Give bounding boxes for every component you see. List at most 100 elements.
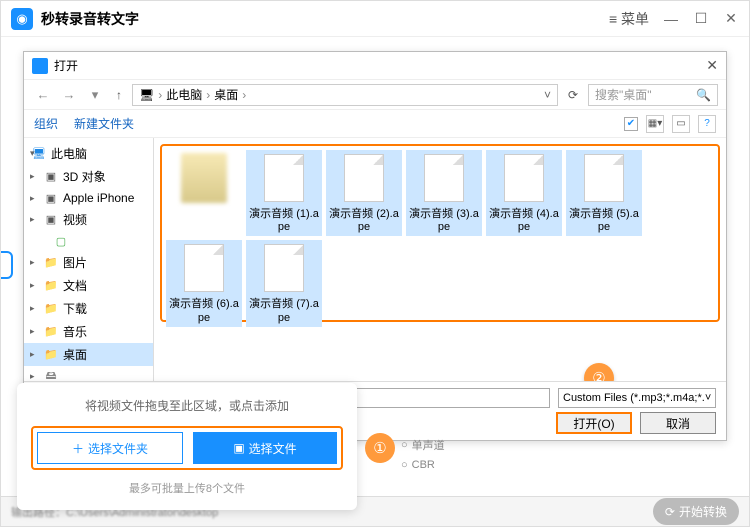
nav-forward-button[interactable]: → [58,84,80,106]
tree-item[interactable]: ▸ ▣ Apple iPhone [24,188,153,208]
dark-icon: ▣ [44,170,58,184]
tree-item-label: Apple iPhone [63,191,134,205]
help-button[interactable]: ? [698,115,716,133]
tree-item[interactable]: ▸📁文档 [24,274,153,297]
breadcrumb-dropdown-icon[interactable]: ˅ [544,88,551,102]
folder-tree[interactable]: ▾🖥此电脑▸▣3D 对象▸▣Apple iPhone▸▣视频▢▸📁图片▸📁文档▸… [24,138,154,381]
organize-menu[interactable]: 组织 [34,115,58,132]
folder-icon: 📁 [44,302,58,316]
file-thumbnail-icon [424,154,464,202]
tree-caret-icon[interactable]: ▸ [30,193,35,204]
tree-item[interactable]: ▸ ▣ 3D 对象 [24,165,153,188]
nav-back-button[interactable]: ← [32,84,54,106]
dialog-close-button[interactable]: ✕ [706,57,718,74]
cbr-radio[interactable]: ○ CBR [401,459,445,471]
cancel-button[interactable]: 取消 [640,412,716,434]
view-mode-button[interactable]: ▦▾ [646,115,664,133]
file-item[interactable]: 演示音频 (2).ape [326,150,402,236]
search-input[interactable]: 搜索"桌面" 🔍 [588,84,718,106]
tree-caret-icon[interactable]: ▸ [30,349,35,360]
start-label: 开始转换 [679,503,727,520]
file-item[interactable]: 演示音频 (4).ape [486,150,562,236]
tree-item[interactable]: ▸ 📁 音乐 [24,320,153,343]
green-icon: ▢ [54,234,68,248]
tree-item[interactable]: ▾🖥此电脑 [24,142,153,165]
select-folder-button[interactable]: ＋选择文件夹 [37,432,183,464]
tree-item-label: 桌面 [63,346,87,363]
preview-toggle[interactable]: ✔ [624,117,638,131]
menu-button[interactable]: ≡ 菜单 [609,9,649,29]
tree-item-label: 音乐 [63,323,87,340]
file-thumbnail-icon [504,154,544,202]
refresh-button[interactable]: ⟳ [562,88,584,102]
details-pane-button[interactable]: ▭ [672,115,690,133]
nav-up-button[interactable]: ↑ [110,88,128,102]
search-placeholder: 搜索"桌面" [595,86,652,103]
maximize-button[interactable]: ☐ [693,10,709,27]
dialog-icon [32,58,48,74]
mono-label: 单声道 [412,437,445,453]
mono-radio[interactable]: ○ 单声道 [401,437,445,453]
file-item[interactable] [166,150,242,236]
file-name-label: 演示音频 (5).ape [566,206,642,236]
tree-caret-icon[interactable]: ▸ [30,371,35,382]
tree-caret-icon[interactable]: ▸ [30,171,35,182]
menu-label: 菜单 [621,11,649,27]
tree-caret-icon[interactable]: ▸ [30,303,35,314]
file-thumbnail-icon [264,244,304,292]
tree-item-label: 下载 [63,300,87,317]
nav-recent-button[interactable]: ▾ [84,84,106,106]
callout-badge-2: ② [584,363,614,381]
tree-item[interactable]: ▸📁图片 [24,251,153,274]
file-name-label: 演示音频 (3).ape [406,206,482,236]
highlight-box-files: 演示音频 (1).ape演示音频 (2).ape演示音频 (3).ape演示音频… [160,144,720,322]
close-button[interactable]: ✕ [723,10,739,27]
dropzone-footer: 最多可批量上传8个文件 [31,480,343,496]
breadcrumb-current[interactable]: 桌面 [214,86,238,103]
plus-icon: ＋ [72,440,84,457]
filetype-combo[interactable]: Custom Files (*.mp3;*.m4a;*.˅ [558,388,716,408]
tree-caret-icon[interactable]: ▸ [30,257,35,268]
new-folder-button[interactable]: 新建文件夹 [74,115,134,132]
file-thumbnail-icon [264,154,304,202]
tree-item[interactable]: ▸🖴 [24,366,153,381]
file-name-label: 演示音频 (1).ape [246,206,322,236]
pc-icon: 🖥 [139,88,154,102]
file-thumbnail-icon [184,244,224,292]
select-file-button[interactable]: ▣选择文件 [193,432,337,464]
tree-item[interactable]: ▸ 📁 下载 [24,297,153,320]
minimize-button[interactable]: — [663,11,679,27]
tree-item[interactable]: ▸▣视频 [24,208,153,231]
tree-item-label: 此电脑 [51,145,87,162]
app-titlebar: ◉ 秒转录音转文字 ≡ 菜单 — ☐ ✕ [1,1,749,37]
file-name-label: 演示音频 (4).ape [486,206,562,236]
file-thumbnail-icon [181,153,227,203]
file-name-label: 演示音频 (2).ape [326,206,402,236]
tree-caret-icon[interactable]: ▾ [30,148,35,159]
tree-caret-icon[interactable]: ▸ [30,326,35,337]
tree-item[interactable]: ▸📁桌面 [24,343,153,366]
file-item[interactable]: 演示音频 (7).ape [246,240,322,326]
breadcrumb[interactable]: 🖥 › 此电脑 › 桌面 › ˅ [132,84,558,106]
open-button[interactable]: 打开(O) [556,412,632,434]
search-icon: 🔍 [696,88,711,102]
tree-caret-icon[interactable]: ▸ [30,214,35,225]
file-item[interactable]: 演示音频 (3).ape [406,150,482,236]
folder-icon: 📁 [44,325,58,339]
start-convert-button[interactable]: ⟳ 开始转换 [653,498,739,525]
file-item[interactable]: 演示音频 (1).ape [246,150,322,236]
side-tab[interactable] [1,251,13,279]
tree-caret-icon[interactable]: ▸ [30,280,35,291]
filetype-label: Custom Files (*.mp3;*.m4a;*. [563,392,705,404]
tree-item[interactable]: ▢ [24,231,153,251]
dark-icon: ▣ [44,191,58,205]
cbr-label: CBR [412,459,435,471]
select-file-label: 选择文件 [249,440,297,457]
drop-zone-panel: 将视频文件拖曳至此区域，或点击添加 ＋选择文件夹 ▣选择文件 最多可批量上传8个… [17,383,357,510]
file-thumbnail-icon [584,154,624,202]
file-item[interactable]: 演示音频 (6).ape [166,240,242,326]
breadcrumb-root[interactable]: 此电脑 [166,86,202,103]
tree-item-label: 3D 对象 [63,168,106,185]
file-item[interactable]: 演示音频 (5).ape [566,150,642,236]
audio-options: ○ 单声道 ○ CBR [401,437,445,471]
